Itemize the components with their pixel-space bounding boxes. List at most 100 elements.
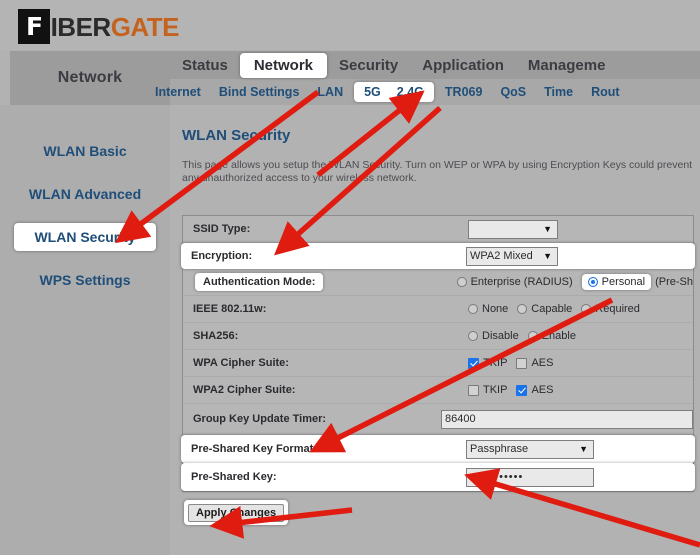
radio-11w-capable-label: Capable [531, 303, 573, 315]
radio-sha256-disable[interactable]: Disable [468, 330, 519, 342]
tab-network[interactable]: Network [239, 52, 328, 78]
checkbox-checked-icon [516, 384, 528, 396]
sidebar-item-wlan-security[interactable]: WLAN Security [14, 223, 156, 251]
radio-personal-label: Personal [601, 276, 646, 288]
checkbox-wpa2-tkip-label: TKIP [483, 384, 508, 396]
label-ssid-type: SSID Type: [193, 223, 251, 235]
psk-format-select[interactable]: Passphrase [466, 439, 594, 459]
radio-enterprise-radius[interactable]: Enterprise (RADIUS) [456, 276, 573, 288]
radio-personal[interactable]: Personal [581, 274, 652, 290]
value-group-key-update-timer [441, 409, 693, 429]
sidebar-item-wlan-advanced[interactable]: WLAN Advanced [0, 180, 170, 208]
radio-icon [581, 304, 592, 314]
subtab-lan[interactable]: LAN [308, 83, 352, 101]
label-psk: Pre-Shared Key: [191, 471, 277, 483]
checkbox-wpa-tkip-label: TKIP [483, 357, 508, 369]
value-psk-format: Passphrase ▼ [466, 439, 695, 459]
tab-application[interactable]: Application [410, 54, 516, 77]
logo-text-iber: IBER [50, 11, 112, 42]
sidebar-item-wlan-basic[interactable]: WLAN Basic [0, 137, 170, 165]
checkbox-wpa2-aes[interactable]: AES [516, 384, 553, 396]
radio-icon [468, 331, 478, 341]
radio-personal-suffix: (Pre-Sh [655, 276, 693, 288]
wlan-security-form: SSID Type: ▼ Encryption: WPA2 Mixed ▼ Au… [181, 215, 695, 492]
value-ieee-802-11w: None Capable Required [468, 303, 693, 315]
page-description: This page allows you setup the WLAN Secu… [182, 159, 693, 184]
radio-11w-none-label: None [482, 303, 509, 315]
subtab-2-4g[interactable]: 2.4G [389, 83, 432, 101]
label-psk-format: Pre-Shared Key Format: [191, 443, 317, 455]
row-authentication-mode: Authentication Mode: Enterprise (RADIUS)… [183, 269, 693, 296]
row-ssid-type: SSID Type: ▼ [183, 216, 693, 243]
checkbox-checked-icon [468, 357, 479, 369]
value-wpa2-cipher-suite: TKIP AES [468, 384, 693, 396]
sidebar-item-wps-settings[interactable]: WPS Settings [0, 266, 170, 294]
value-authentication-mode: Enterprise (RADIUS) Personal (Pre-Sh [456, 274, 693, 290]
apply-changes-button[interactable]: Apply Changes [188, 504, 285, 522]
value-psk [466, 467, 695, 487]
subtab-route[interactable]: Rout [582, 83, 628, 101]
checkbox-icon [468, 384, 479, 396]
checkbox-wpa2-aes-label: AES [531, 384, 554, 396]
ssid-type-select-wrap: ▼ [468, 219, 558, 239]
checkbox-wpa-tkip[interactable]: TKIP [468, 357, 507, 369]
tab-management[interactable]: Manageme [516, 54, 618, 77]
row-psk-format: Pre-Shared Key Format: Passphrase ▼ [181, 435, 695, 463]
main-content: WLAN Security This page allows you setup… [170, 105, 700, 555]
row-psk: Pre-Shared Key: [181, 463, 695, 491]
radio-enterprise-radius-label: Enterprise (RADIUS) [470, 276, 573, 288]
checkbox-icon [516, 357, 528, 369]
subtab-band-group: 5G 2.4G [354, 82, 434, 102]
tab-status[interactable]: Status [170, 54, 240, 77]
psk-format-select-wrap: Passphrase ▼ [466, 439, 594, 459]
radio-sha256-disable-label: Disable [482, 330, 519, 342]
top-navigation: Network Status Network Security Applicat… [0, 51, 700, 105]
group-key-update-timer-input[interactable] [441, 409, 693, 429]
radio-icon [517, 304, 528, 314]
row-wpa-cipher-suite: WPA Cipher Suite: TKIP AES [183, 350, 693, 377]
label-sha256: SHA256: [193, 330, 239, 342]
subtab-internet[interactable]: Internet [146, 83, 210, 101]
checkbox-wpa-aes-label: AES [531, 357, 554, 369]
radio-11w-required-label: Required [595, 303, 640, 315]
label-authentication-mode-wrap: Authentication Mode: [183, 273, 457, 291]
sidebar: WLAN Basic WLAN Advanced WLAN Security W… [0, 105, 170, 555]
label-group-key-update-timer: Group Key Update Timer: [193, 413, 327, 425]
value-ssid-type: ▼ [468, 219, 693, 239]
label-encryption: Encryption: [191, 250, 253, 262]
logo-f-mark: F [18, 9, 50, 44]
radio-11w-none[interactable]: None [468, 303, 508, 315]
radio-sha256-enable[interactable]: Enable [527, 330, 576, 342]
radio-icon [527, 331, 538, 341]
radio-11w-required[interactable]: Required [581, 303, 640, 315]
nav-section-label-text: Network [57, 69, 123, 86]
radio-icon [456, 277, 467, 287]
ssid-type-select[interactable] [468, 219, 558, 239]
row-sha256: SHA256: Disable Enable [183, 323, 693, 350]
value-wpa-cipher-suite: TKIP AES [468, 357, 693, 369]
radio-selected-icon [587, 277, 598, 287]
tab-security[interactable]: Security [327, 54, 410, 77]
subtab-tr069[interactable]: TR069 [436, 83, 492, 101]
row-wpa2-cipher-suite: WPA2 Cipher Suite: TKIP AES [183, 377, 693, 404]
row-ieee-802-11w: IEEE 802.11w: None Capable Required [183, 296, 693, 323]
logo-text-gate: GATE [110, 11, 180, 42]
radio-sha256-enable-label: Enable [541, 330, 576, 342]
checkbox-wpa2-tkip[interactable]: TKIP [468, 384, 507, 396]
subtab-time[interactable]: Time [535, 83, 582, 101]
subtab-qos[interactable]: QoS [491, 83, 535, 101]
label-wpa-cipher-suite: WPA Cipher Suite: [193, 357, 289, 369]
subtab-bind-settings[interactable]: Bind Settings [210, 83, 309, 101]
radio-11w-capable[interactable]: Capable [517, 303, 572, 315]
subtab-5g[interactable]: 5G [356, 83, 389, 101]
logo-bar: F IBER GATE [0, 0, 700, 50]
row-encryption: Encryption: WPA2 Mixed ▼ [181, 243, 695, 269]
checkbox-wpa-aes[interactable]: AES [516, 357, 553, 369]
fibergate-logo: F IBER GATE [18, 9, 180, 44]
psk-input[interactable] [466, 467, 594, 487]
encryption-select[interactable]: WPA2 Mixed [466, 246, 558, 266]
apply-changes-highlight: Apply Changes [184, 500, 289, 525]
label-authentication-mode: Authentication Mode: [195, 273, 324, 291]
encryption-select-wrap: WPA2 Mixed ▼ [466, 246, 558, 266]
router-admin-page: F IBER GATE Network Status Network Securit… [0, 0, 700, 555]
